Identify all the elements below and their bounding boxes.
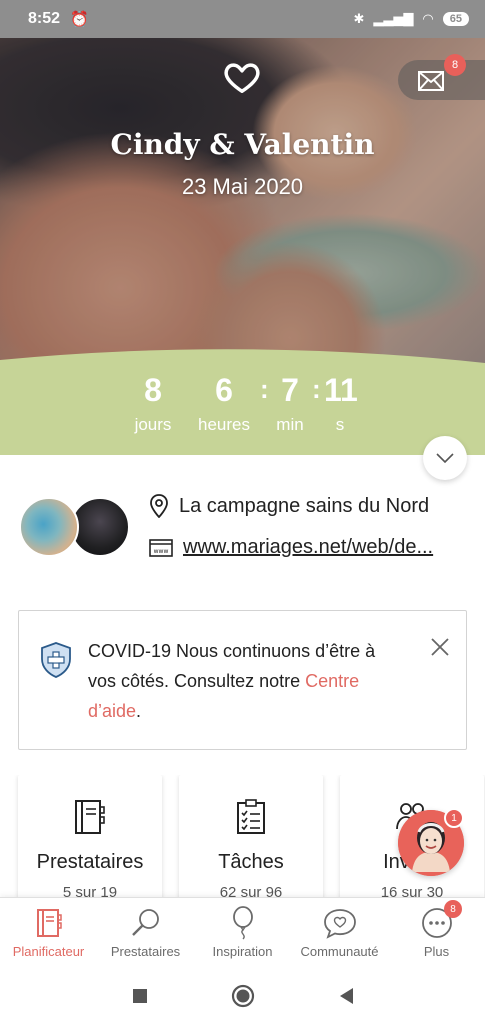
balloon-icon xyxy=(232,906,253,940)
back-button[interactable] xyxy=(338,987,354,1005)
system-navigation xyxy=(0,967,485,1024)
countdown-separator: : xyxy=(312,374,321,404)
countdown: 8 jours 6 heures : 7 min : 11 s xyxy=(0,372,485,455)
nav-plus[interactable]: 8 Plus xyxy=(388,898,485,967)
location-pin-icon xyxy=(150,494,168,518)
planner-icon xyxy=(36,909,62,937)
avatar-partner-2[interactable] xyxy=(70,497,130,557)
expand-button[interactable] xyxy=(423,436,467,480)
location-text: La campagne sains du Nord xyxy=(179,494,430,517)
countdown-days: 8 jours xyxy=(130,372,176,435)
countdown-separator: : xyxy=(260,374,269,404)
alarm-icon: ⏰ xyxy=(70,11,89,28)
nav-inspiration[interactable]: Inspiration xyxy=(194,898,291,967)
address-book-icon xyxy=(75,800,105,834)
status-icons: ✱ ▂▃▅▇ ◠ 65 xyxy=(353,11,469,27)
nav-label: Communauté xyxy=(300,944,379,959)
covid-text-end: . xyxy=(136,701,142,721)
nav-label: Planificateur xyxy=(12,944,85,959)
recent-apps-button[interactable] xyxy=(132,988,148,1004)
checklist-icon xyxy=(237,799,265,834)
mail-icon xyxy=(418,71,444,91)
countdown-seconds: 11 s xyxy=(324,372,358,435)
website-link[interactable]: www.mariages.net/web/de... xyxy=(183,536,465,559)
countdown-seconds-label: s xyxy=(335,415,345,434)
countdown-days-label: jours xyxy=(134,415,172,434)
countdown-seconds-value: 11 xyxy=(324,372,358,408)
heart-icon[interactable] xyxy=(223,58,261,96)
bluetooth-icon: ✱ xyxy=(353,11,365,26)
countdown-hours-value: 6 xyxy=(215,372,233,408)
card-taches[interactable]: Tâches 62 sur 96 xyxy=(179,775,323,897)
status-time: 8:52 xyxy=(28,10,61,27)
messages-badge: 8 xyxy=(444,54,466,76)
card-subtitle: 16 sur 30 xyxy=(380,884,444,897)
nav-label: Plus xyxy=(423,944,450,959)
chevron-down-icon xyxy=(436,453,454,463)
card-title: Tâches xyxy=(218,851,284,873)
signal-icon: ▂▃▅▇ xyxy=(373,11,414,26)
countdown-minutes-label: min xyxy=(276,415,304,434)
close-icon[interactable] xyxy=(430,637,450,657)
nav-communaute[interactable]: Communauté xyxy=(291,898,388,967)
countdown-days-value: 8 xyxy=(144,372,162,408)
card-prestataires[interactable]: Prestataires 5 sur 19 xyxy=(18,775,162,897)
avatar-partner-1[interactable] xyxy=(19,497,79,557)
cover-photo[interactable]: 8 Cindy & Valentin 23 Mai 2020 xyxy=(0,38,485,368)
wedding-date: 23 Mai 2020 xyxy=(181,174,304,199)
countdown-hours: 6 heures xyxy=(192,372,256,435)
countdown-minutes: 7 min xyxy=(272,372,308,435)
nav-prestataires[interactable]: Prestataires xyxy=(97,898,194,967)
countdown-hours-label: heures xyxy=(198,415,250,434)
chat-badge: 1 xyxy=(444,808,464,828)
location-row[interactable]: La campagne sains du Nord xyxy=(149,494,429,518)
chat-heart-icon xyxy=(323,909,356,939)
card-subtitle: 62 sur 96 xyxy=(219,884,283,897)
status-bar: 8:52 ⏰ ✱ ▂▃▅▇ ◠ 65 xyxy=(0,0,485,38)
search-icon xyxy=(131,909,159,936)
plus-badge: 8 xyxy=(444,900,462,918)
card-subtitle: 5 sur 19 xyxy=(62,884,118,897)
svg-text:www: www xyxy=(154,548,169,555)
website-row[interactable]: www www.mariages.net/web/de... xyxy=(149,536,465,559)
shield-icon xyxy=(41,642,71,678)
web-icon: www xyxy=(149,538,173,557)
messages-button[interactable]: 8 xyxy=(398,54,485,100)
battery-icon: 65 xyxy=(442,12,469,26)
card-title: Prestataires xyxy=(36,851,144,873)
nav-label: Inspiration xyxy=(212,944,273,959)
covid-message: COVID-19 Nous continuons d’être à vos cô… xyxy=(88,636,408,726)
countdown-wave xyxy=(0,349,485,375)
bottom-navigation: Planificateur Prestataires Inspiration C… xyxy=(0,897,485,967)
wifi-icon: ◠ xyxy=(422,11,434,26)
covid-notice-card: COVID-19 Nous continuons d’être à vos cô… xyxy=(18,610,467,750)
couple-names: Cindy & Valentin xyxy=(110,128,375,161)
home-button[interactable] xyxy=(231,984,255,1008)
countdown-minutes-value: 7 xyxy=(281,372,299,408)
nav-label: Prestataires xyxy=(110,944,181,959)
nav-planificateur[interactable]: Planificateur xyxy=(0,898,97,967)
